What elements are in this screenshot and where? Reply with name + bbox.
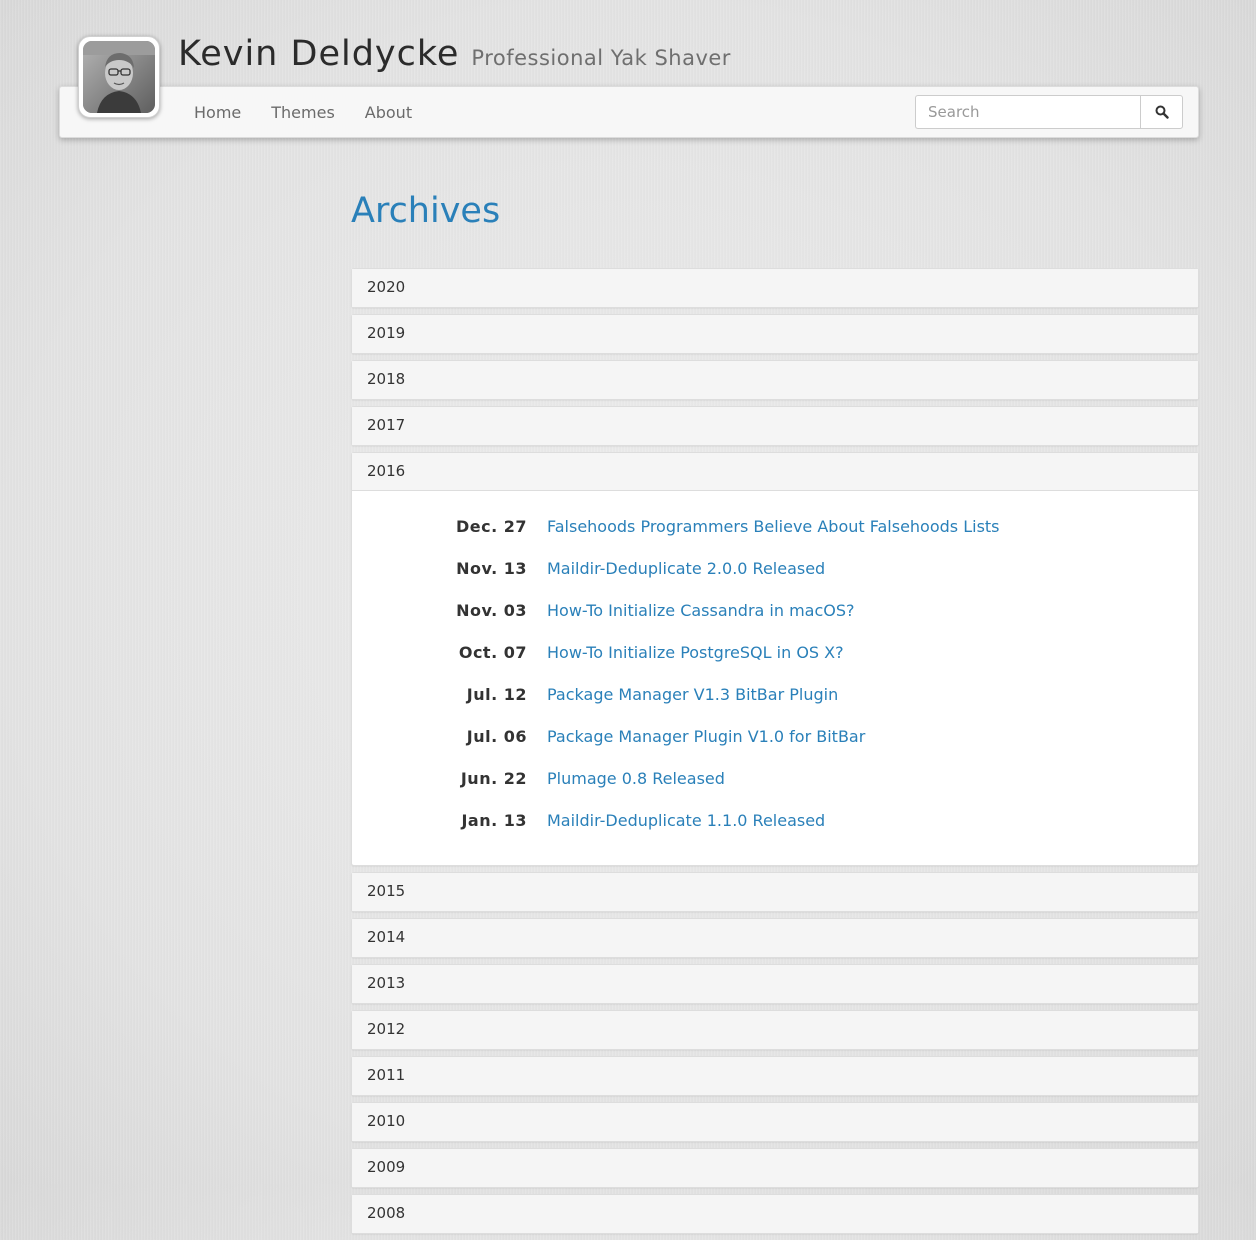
search-input[interactable] <box>915 95 1140 129</box>
year-heading[interactable]: 2019 <box>352 315 1198 353</box>
year-panel: 2011 <box>351 1056 1199 1096</box>
year-heading[interactable]: 2013 <box>352 965 1198 1003</box>
archive-years-before: 2020 2019 2018 2017 <box>351 268 1199 446</box>
year-heading[interactable]: 2014 <box>352 919 1198 957</box>
year-panel: 2012 <box>351 1010 1199 1050</box>
year-heading[interactable]: 2012 <box>352 1011 1198 1049</box>
post-row: Dec. 27 Falsehoods Programmers Believe Ab… <box>352 505 1198 547</box>
year-panel: 2017 <box>351 406 1199 446</box>
post-row: Jul. 06 Package Manager Plugin V1.0 for B… <box>352 715 1198 757</box>
post-date: Nov. 13 <box>456 558 527 578</box>
search-form <box>915 95 1183 129</box>
post-title-link[interactable]: Falsehoods Programmers Believe About Fal… <box>547 517 1000 536</box>
year-heading[interactable]: 2016 <box>352 453 1198 491</box>
post-title-link[interactable]: How-To Initialize PostgreSQL in OS X? <box>547 643 844 662</box>
page-title: Archives <box>351 191 501 231</box>
post-row: Jan. 13 Maildir-Deduplicate 1.1.0 Release… <box>352 799 1198 841</box>
post-date: Jul. 12 <box>466 684 527 704</box>
year-panel: 2019 <box>351 314 1199 354</box>
post-date: Jun. 22 <box>460 768 527 788</box>
post-date: Jan. 13 <box>461 810 527 830</box>
post-row: Oct. 07 How-To Initialize PostgreSQL in O… <box>352 631 1198 673</box>
year-panel: 2009 <box>351 1148 1199 1188</box>
post-row: Jun. 22 Plumage 0.8 Released <box>352 757 1198 799</box>
post-date: Jul. 06 <box>466 726 527 746</box>
post-row: Jul. 12 Package Manager V1.3 BitBar Plugi… <box>352 673 1198 715</box>
post-title-link[interactable]: How-To Initialize Cassandra in macOS? <box>547 601 855 620</box>
post-title-link[interactable]: Package Manager V1.3 BitBar Plugin <box>547 685 838 704</box>
avatar[interactable] <box>78 36 160 118</box>
year-panel: 2018 <box>351 360 1199 400</box>
year-panel: 2013 <box>351 964 1199 1004</box>
year-heading[interactable]: 2018 <box>352 361 1198 399</box>
post-date: Dec. 27 <box>455 516 527 536</box>
site-tagline: Professional Yak Shaver <box>471 46 731 70</box>
year-panel: 2008 <box>351 1194 1199 1234</box>
search-button[interactable] <box>1140 95 1183 129</box>
year-heading[interactable]: 2009 <box>352 1149 1198 1187</box>
year-panel: 2020 <box>351 268 1199 308</box>
year-heading[interactable]: 2008 <box>352 1195 1198 1233</box>
year-panel: 2015 <box>351 872 1199 912</box>
navbar: Home Themes About <box>59 86 1199 138</box>
site-title: Kevin Deldycke Professional Yak Shaver <box>178 34 731 74</box>
nav-themes-link[interactable]: Themes <box>271 103 335 122</box>
year-heading[interactable]: 2017 <box>352 407 1198 445</box>
post-title-link[interactable]: Plumage 0.8 Released <box>547 769 725 788</box>
nav-links: Home Themes About <box>194 87 442 137</box>
year-panel-open: 2016 Dec. 27 Falsehoods Programmers Belie… <box>351 452 1199 866</box>
nav-about-link[interactable]: About <box>365 103 412 122</box>
post-date: Oct. 07 <box>458 642 527 662</box>
site-name[interactable]: Kevin Deldycke <box>178 34 459 74</box>
year-heading[interactable]: 2020 <box>352 269 1198 307</box>
main-content: Archives 2020 2019 2018 2017 2016 Dec. 27 Fa… <box>351 180 1199 1240</box>
year-heading[interactable]: 2015 <box>352 873 1198 911</box>
year-panel: 2014 <box>351 918 1199 958</box>
post-row: Nov. 03 How-To Initialize Cassandra in ma… <box>352 589 1198 631</box>
year-post-list: Dec. 27 Falsehoods Programmers Believe Ab… <box>352 491 1198 865</box>
post-title-link[interactable]: Package Manager Plugin V1.0 for BitBar <box>547 727 865 746</box>
archive-years-after: 2015 2014 2013 2012 2011 2010 2009 2008 <box>351 872 1199 1234</box>
year-heading[interactable]: 2011 <box>352 1057 1198 1095</box>
post-title-link[interactable]: Maildir-Deduplicate 2.0.0 Released <box>547 559 825 578</box>
post-date: Nov. 03 <box>456 600 527 620</box>
site-header: Kevin Deldycke Professional Yak Shaver H… <box>0 0 1256 150</box>
portrait-photo-icon <box>83 41 155 113</box>
post-title-link[interactable]: Maildir-Deduplicate 1.1.0 Released <box>547 811 825 830</box>
search-icon <box>1155 105 1169 119</box>
year-heading[interactable]: 2010 <box>352 1103 1198 1141</box>
year-panel: 2010 <box>351 1102 1199 1142</box>
post-row: Nov. 13 Maildir-Deduplicate 2.0.0 Release… <box>352 547 1198 589</box>
nav-home-link[interactable]: Home <box>194 103 241 122</box>
